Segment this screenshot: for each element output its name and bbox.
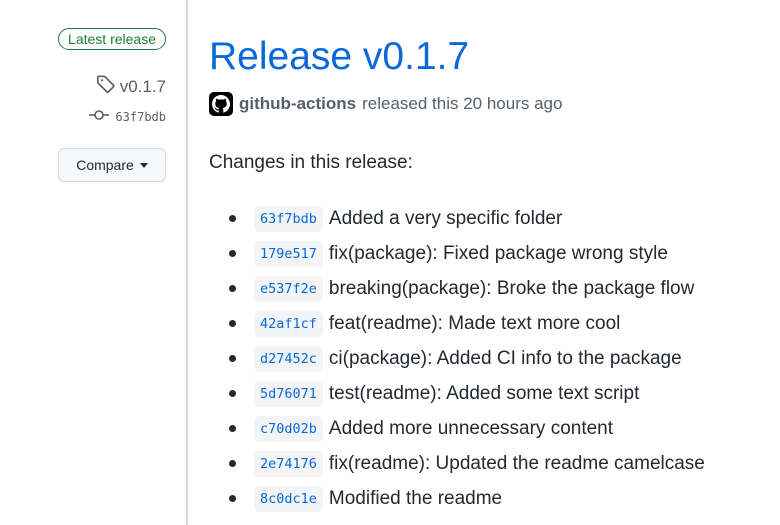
changes-heading: Changes in this release: bbox=[209, 152, 413, 173]
caret-down-icon bbox=[139, 162, 148, 168]
list-item: e537f2e breaking(package): Broke the pac… bbox=[209, 271, 705, 306]
list-item: 42af1cf feat(readme): Made text more coo… bbox=[209, 306, 705, 341]
github-mark-icon[interactable] bbox=[209, 92, 233, 116]
release-title[interactable]: Release v0.1.7 bbox=[209, 34, 469, 80]
author-link[interactable]: github-actions bbox=[239, 94, 356, 114]
list-item: 179e517 fix(package): Fixed package wron… bbox=[209, 236, 705, 271]
commit-list: 63f7bdb Added a very specific folder 179… bbox=[209, 201, 705, 516]
commit-message: feat(readme): Made text more cool bbox=[328, 312, 621, 334]
list-item: c70d02b Added more unnecessary content bbox=[209, 411, 705, 446]
bullet bbox=[229, 320, 236, 327]
commit-message: Modified the readme bbox=[328, 487, 503, 509]
list-item: 2e74176 fix(readme): Updated the readme … bbox=[209, 446, 705, 481]
sidebar-divider bbox=[186, 0, 188, 525]
list-item: 5d76071 test(readme): Added some text sc… bbox=[209, 376, 705, 411]
commit-message: breaking(package): Broke the package flo… bbox=[328, 277, 695, 299]
bullet bbox=[229, 215, 236, 222]
commit-sha-link[interactable]: c70d02b bbox=[254, 415, 323, 442]
commit-sha-link[interactable]: 8c0dc1e bbox=[254, 485, 323, 512]
commit-sha-link[interactable]: d27452c bbox=[254, 345, 323, 372]
bullet bbox=[229, 250, 236, 257]
bullet bbox=[229, 460, 236, 467]
commit-message: fix(readme): Updated the readme camelcas… bbox=[328, 452, 705, 474]
bullet bbox=[229, 285, 236, 292]
bullet bbox=[229, 390, 236, 397]
commit-message: Added more unnecessary content bbox=[328, 417, 614, 439]
bullet bbox=[229, 355, 236, 362]
tag-icon bbox=[96, 74, 116, 99]
git-commit-icon bbox=[89, 108, 110, 125]
compare-label: Compare bbox=[76, 157, 134, 173]
commit-sha-link[interactable]: 42af1cf bbox=[254, 310, 323, 337]
bullet bbox=[229, 425, 236, 432]
commit-message: Added a very specific folder bbox=[328, 207, 563, 229]
tag-link[interactable]: v0.1.7 bbox=[96, 74, 166, 99]
commit-sha-link[interactable]: 63f7bdb bbox=[254, 205, 323, 232]
commit-sha-link[interactable]: 5d76071 bbox=[254, 380, 323, 407]
commit-message: test(readme): Added some text script bbox=[328, 382, 640, 404]
list-item: 63f7bdb Added a very specific folder bbox=[209, 201, 705, 236]
list-item: 8c0dc1e Modified the readme bbox=[209, 481, 705, 516]
list-item: d27452c ci(package): Added CI info to th… bbox=[209, 341, 705, 376]
compare-button[interactable]: Compare bbox=[58, 148, 166, 182]
tag-label: v0.1.7 bbox=[119, 76, 166, 96]
commit-sha-link[interactable]: 179e517 bbox=[254, 240, 323, 267]
commit-message: ci(package): Added CI info to the packag… bbox=[328, 347, 682, 369]
released-text: released this 20 hours ago bbox=[362, 94, 563, 113]
latest-release-badge: Latest release bbox=[58, 28, 166, 50]
bullet bbox=[229, 495, 236, 502]
commit-sha-link[interactable]: 2e74176 bbox=[254, 450, 323, 477]
release-sidebar: Latest release v0.1.7 63f7bdb Compare bbox=[0, 0, 186, 525]
commit-message: fix(package): Fixed package wrong style bbox=[328, 242, 668, 264]
commit-link[interactable]: 63f7bdb bbox=[89, 108, 166, 125]
commit-sha: 63f7bdb bbox=[115, 109, 166, 124]
commit-sha-link[interactable]: e537f2e bbox=[254, 275, 323, 302]
release-byline: github-actions released this 20 hours ag… bbox=[209, 92, 562, 116]
